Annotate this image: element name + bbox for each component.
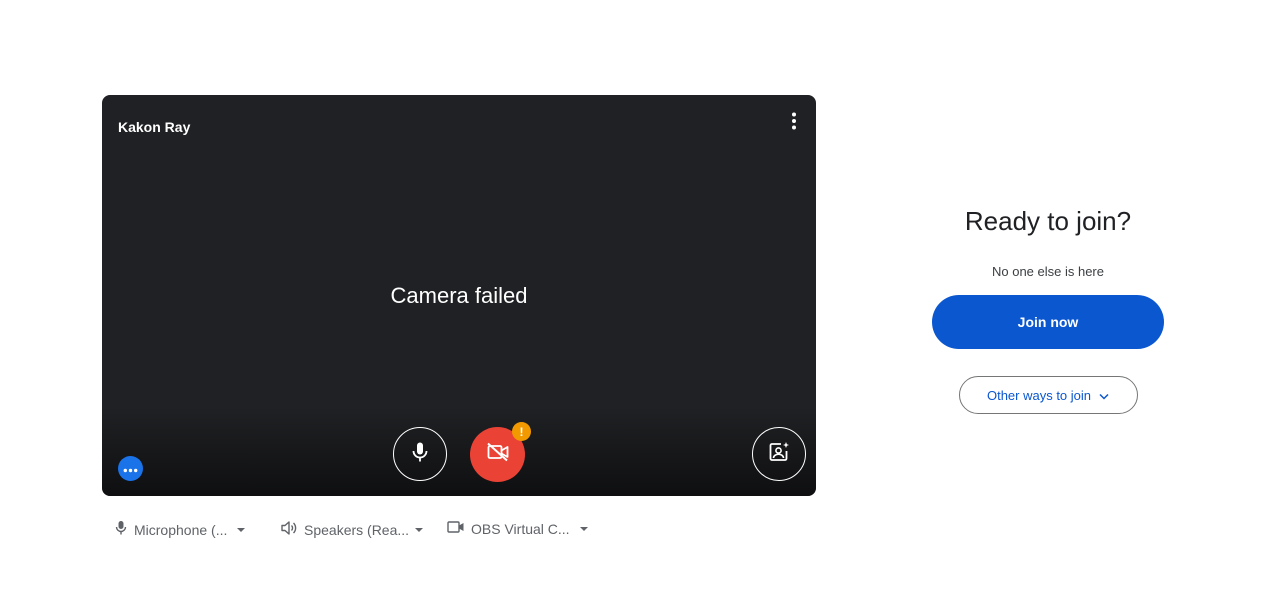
- videocam-icon: [447, 520, 465, 537]
- join-subtitle: No one else is here: [991, 264, 1104, 279]
- camera-warning-badge: !: [512, 422, 531, 441]
- speaker-select[interactable]: Speakers (Rea...: [280, 520, 424, 539]
- more-vert-icon: [791, 112, 797, 135]
- visual-effects-button[interactable]: [752, 427, 806, 481]
- join-panel: Ready to join? No one else is here Join …: [932, 200, 1164, 414]
- speaker-icon: [280, 520, 298, 539]
- join-title: Ready to join?: [964, 206, 1132, 236]
- microphone-select[interactable]: Microphone (...: [114, 520, 246, 539]
- participant-name: Kakon Ray: [118, 119, 191, 135]
- mic-icon: [410, 441, 430, 468]
- other-ways-to-join-button[interactable]: Other ways to join: [958, 376, 1138, 414]
- speaker-select-label: Speakers (Rea...: [304, 521, 410, 538]
- camera-select-label: OBS Virtual C...: [471, 520, 570, 537]
- mic-icon: [114, 520, 128, 539]
- visual-effects-icon: [768, 441, 790, 468]
- videocam-off-icon: [486, 442, 510, 467]
- microphone-toggle-button[interactable]: [393, 427, 447, 481]
- more-horiz-icon: [123, 460, 138, 478]
- camera-toggle-button[interactable]: !: [470, 422, 531, 482]
- camera-status-text: Camera failed: [390, 283, 528, 308]
- video-preview: Kakon Ray Camera failed !: [102, 95, 816, 496]
- microphone-select-label: Microphone (...: [134, 521, 228, 538]
- chevron-down-icon: [1099, 388, 1109, 403]
- caret-down-icon: [237, 527, 246, 532]
- more-options-button[interactable]: [784, 112, 804, 135]
- join-now-button[interactable]: Join now: [932, 295, 1164, 349]
- camera-select[interactable]: OBS Virtual C...: [447, 520, 588, 537]
- other-ways-label: Other ways to join: [986, 387, 1092, 403]
- caret-down-icon: [415, 527, 424, 532]
- more-actions-button[interactable]: [118, 456, 143, 481]
- caret-down-icon: [579, 526, 588, 531]
